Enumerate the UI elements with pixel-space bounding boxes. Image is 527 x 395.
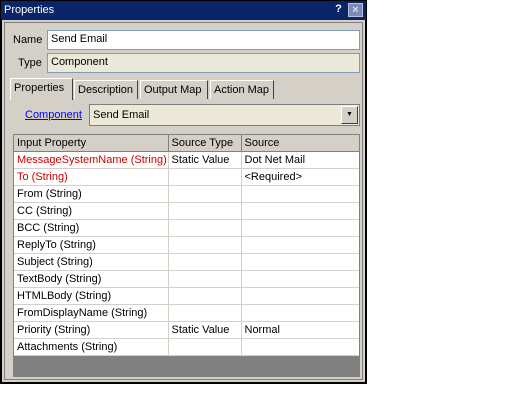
property-cell[interactable]: HTMLBody (String) [14,287,169,305]
source-cell[interactable] [241,202,359,220]
column-header-source[interactable]: Source [241,135,359,152]
source-type-cell[interactable] [168,185,242,203]
tab-strip: Properties Description Output Map Action… [10,78,359,100]
properties-window: Properties ? × Name Send Email Type Comp… [0,0,367,384]
source-type-cell[interactable] [168,236,242,254]
property-cell[interactable]: To (String) [14,168,169,186]
source-type-cell[interactable] [168,253,242,271]
table-row[interactable]: TextBody (String) [14,270,359,288]
table-row[interactable]: HTMLBody (String) [14,287,359,305]
dropdown-arrow-icon[interactable]: ▼ [341,106,358,124]
source-cell[interactable]: Normal [241,321,359,339]
table-row[interactable]: Attachments (String) [14,338,359,356]
source-cell[interactable] [241,219,359,237]
source-type-cell[interactable]: Static Value [168,321,242,339]
tab-output-map[interactable]: Output Map [140,80,208,99]
type-field: Component [47,53,360,73]
source-cell[interactable]: <Required> [241,168,359,186]
table-row[interactable]: BCC (String) [14,219,359,237]
source-cell[interactable] [241,338,359,356]
property-cell[interactable]: Subject (String) [14,253,169,271]
table-row[interactable]: CC (String) [14,202,359,220]
source-cell[interactable] [241,236,359,254]
table-row[interactable]: From (String) [14,185,359,203]
source-cell[interactable] [241,287,359,305]
property-cell[interactable]: FromDisplayName (String) [14,304,169,322]
properties-panel: Name Send Email Type Component Propertie… [4,22,363,380]
component-select[interactable]: Send Email ▼ [89,104,360,126]
source-cell[interactable] [241,304,359,322]
name-label: Name [13,34,43,46]
input-property-grid[interactable]: Input Property Source Type Source Messag… [13,134,360,377]
close-icon[interactable]: × [348,3,363,17]
source-type-cell[interactable] [168,168,242,186]
tab-properties[interactable]: Properties [10,78,73,100]
grid-header-row: Input Property Source Type Source [14,135,359,152]
name-field[interactable]: Send Email [47,30,360,50]
component-link[interactable]: Component [25,109,82,121]
source-type-cell[interactable] [168,202,242,220]
source-type-cell[interactable] [168,270,242,288]
source-cell[interactable]: Dot Net Mail [241,151,359,169]
column-header-input-property[interactable]: Input Property [14,135,169,152]
window-client: Name Send Email Type Component Propertie… [2,20,365,382]
property-cell[interactable]: ReplyTo (String) [14,236,169,254]
source-cell[interactable] [241,270,359,288]
source-type-cell[interactable]: Static Value [168,151,242,169]
column-header-source-type[interactable]: Source Type [168,135,242,152]
table-row[interactable]: ReplyTo (String) [14,236,359,254]
type-label: Type [18,57,42,69]
table-row[interactable]: Priority (String) Static Value Normal [14,321,359,339]
property-cell[interactable]: From (String) [14,185,169,203]
property-cell[interactable]: TextBody (String) [14,270,169,288]
source-type-cell[interactable] [168,338,242,356]
component-selected-value: Send Email [93,109,150,121]
source-type-cell[interactable] [168,287,242,305]
source-type-cell[interactable] [168,304,242,322]
property-table: Input Property Source Type Source Messag… [14,135,359,356]
tab-action-map[interactable]: Action Map [210,80,274,99]
table-row[interactable]: FromDisplayName (String) [14,304,359,322]
table-row[interactable]: Subject (String) [14,253,359,271]
table-row[interactable]: To (String) <Required> [14,168,359,186]
source-cell[interactable] [241,185,359,203]
property-cell[interactable]: Attachments (String) [14,338,169,356]
help-icon[interactable]: ? [331,3,346,17]
title-bar[interactable]: Properties ? × [1,1,366,20]
property-cell[interactable]: CC (String) [14,202,169,220]
window-title: Properties [4,4,55,16]
property-cell[interactable]: Priority (String) [14,321,169,339]
source-cell[interactable] [241,253,359,271]
source-type-cell[interactable] [168,219,242,237]
table-row[interactable]: MessageSystemName (String) Static Value … [14,151,359,169]
property-cell[interactable]: MessageSystemName (String) [14,151,169,169]
tab-description[interactable]: Description [74,80,138,99]
property-cell[interactable]: BCC (String) [14,219,169,237]
